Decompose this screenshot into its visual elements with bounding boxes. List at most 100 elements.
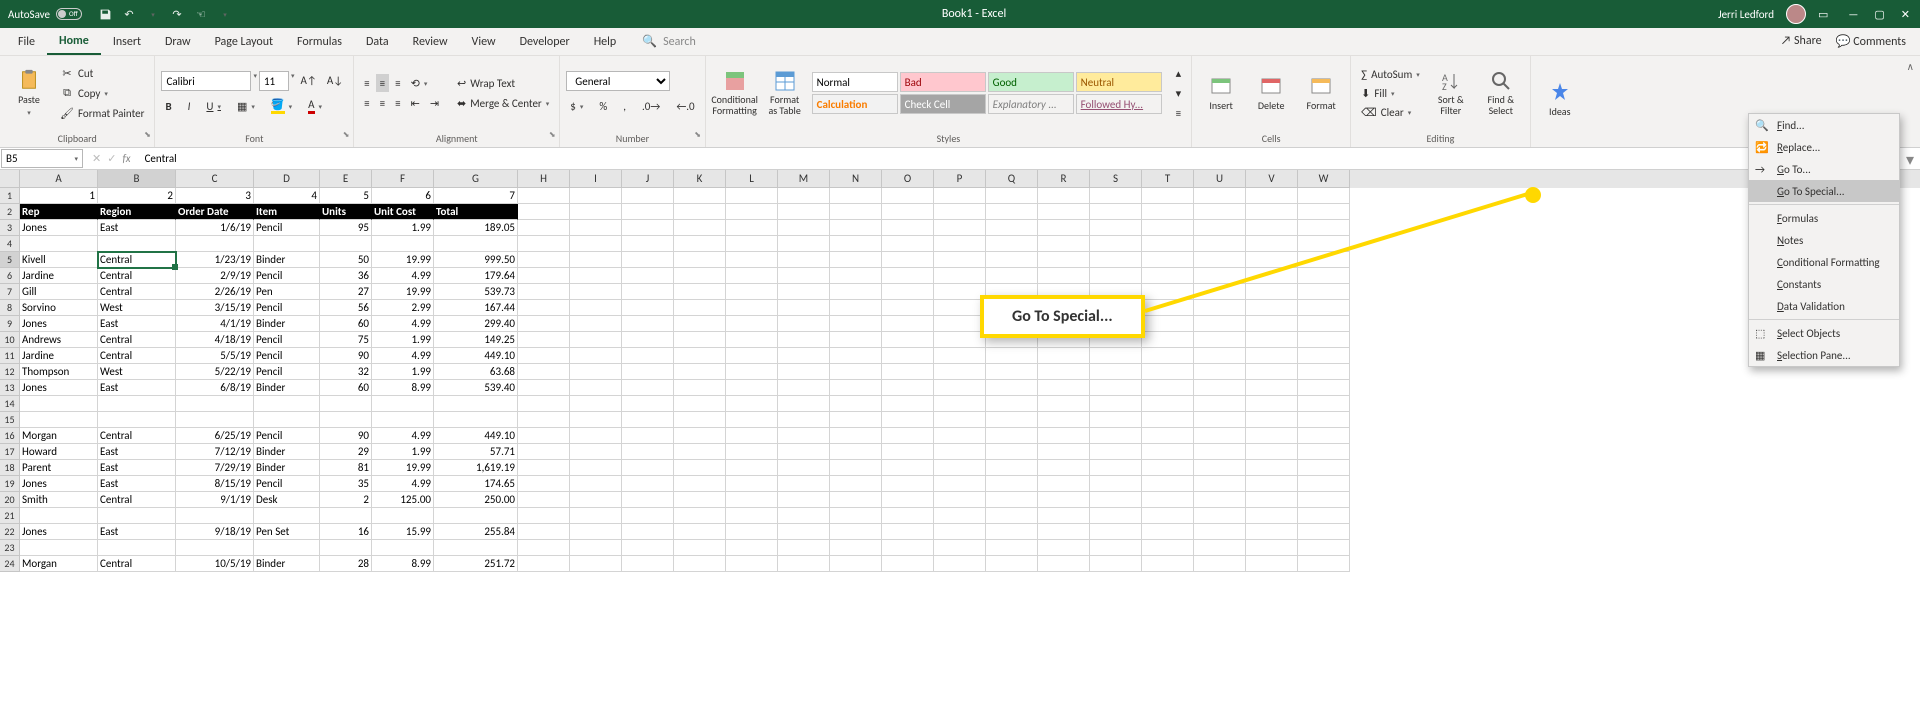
cell[interactable] bbox=[1194, 252, 1246, 268]
font-size-input[interactable] bbox=[259, 71, 289, 91]
cell[interactable]: 5/22/19 bbox=[176, 364, 254, 380]
cell[interactable] bbox=[1194, 524, 1246, 540]
cell[interactable] bbox=[1090, 524, 1142, 540]
cell[interactable] bbox=[934, 556, 986, 572]
tab-page-layout[interactable]: Page Layout bbox=[203, 28, 285, 55]
cell[interactable] bbox=[1038, 428, 1090, 444]
cell[interactable] bbox=[1038, 412, 1090, 428]
decrease-decimal-icon[interactable]: ←.0 bbox=[672, 97, 698, 115]
cell[interactable] bbox=[1298, 428, 1350, 444]
cell[interactable]: 8.99 bbox=[372, 556, 434, 572]
cell[interactable] bbox=[830, 348, 882, 364]
cell[interactable] bbox=[98, 508, 176, 524]
cell[interactable]: 299.40 bbox=[434, 316, 518, 332]
cell[interactable] bbox=[1194, 380, 1246, 396]
cell[interactable] bbox=[434, 412, 518, 428]
cell[interactable]: West bbox=[98, 364, 176, 380]
cell[interactable]: 56 bbox=[320, 300, 372, 316]
cell[interactable] bbox=[726, 444, 778, 460]
row-header[interactable]: 13 bbox=[0, 380, 20, 396]
fill-color-button[interactable]: 🪣 ▾ bbox=[267, 97, 296, 115]
cell[interactable] bbox=[674, 444, 726, 460]
cell[interactable] bbox=[778, 396, 830, 412]
select-all-corner[interactable] bbox=[0, 170, 20, 188]
cell[interactable] bbox=[1194, 428, 1246, 444]
column-header[interactable]: G bbox=[434, 170, 518, 188]
column-header[interactable]: V bbox=[1246, 170, 1298, 188]
column-header[interactable]: A bbox=[20, 170, 98, 188]
cell[interactable]: Central bbox=[98, 284, 176, 300]
cell[interactable] bbox=[1298, 204, 1350, 220]
cell[interactable]: Pen Set bbox=[254, 524, 320, 540]
cell[interactable] bbox=[622, 236, 674, 252]
cell[interactable] bbox=[1194, 460, 1246, 476]
cell[interactable]: 3/15/19 bbox=[176, 300, 254, 316]
cell[interactable] bbox=[778, 300, 830, 316]
row-header[interactable]: 16 bbox=[0, 428, 20, 444]
cell[interactable] bbox=[830, 268, 882, 284]
cell[interactable] bbox=[1142, 396, 1194, 412]
format-cells-button[interactable]: Format bbox=[1298, 73, 1344, 114]
cell[interactable] bbox=[20, 396, 98, 412]
row-header[interactable]: 5 bbox=[0, 252, 20, 268]
cell[interactable] bbox=[778, 556, 830, 572]
tab-review[interactable]: Review bbox=[401, 28, 460, 55]
cell[interactable]: East bbox=[98, 524, 176, 540]
row-header[interactable]: 23 bbox=[0, 540, 20, 556]
cell[interactable] bbox=[1298, 284, 1350, 300]
cell[interactable] bbox=[1090, 444, 1142, 460]
cell[interactable]: Pencil bbox=[254, 348, 320, 364]
cell[interactable] bbox=[20, 508, 98, 524]
cell[interactable] bbox=[1142, 236, 1194, 252]
merge-center-button[interactable]: ⬌ Merge & Center ▾ bbox=[453, 94, 553, 112]
delete-cells-button[interactable]: Delete bbox=[1248, 73, 1294, 114]
cell[interactable]: 60 bbox=[320, 316, 372, 332]
cell[interactable] bbox=[1298, 348, 1350, 364]
cell[interactable] bbox=[1298, 508, 1350, 524]
cell[interactable] bbox=[830, 300, 882, 316]
cell[interactable] bbox=[1142, 252, 1194, 268]
share-button[interactable]: ↗ Share bbox=[1781, 34, 1822, 49]
cell[interactable] bbox=[1038, 540, 1090, 556]
cell[interactable] bbox=[726, 492, 778, 508]
cell[interactable]: 60 bbox=[320, 380, 372, 396]
font-name-input[interactable] bbox=[161, 71, 251, 91]
cell[interactable] bbox=[570, 332, 622, 348]
insert-cells-button[interactable]: Insert bbox=[1198, 73, 1244, 114]
cell[interactable] bbox=[254, 236, 320, 252]
cell[interactable] bbox=[1038, 380, 1090, 396]
cell[interactable]: 255.84 bbox=[434, 524, 518, 540]
cell[interactable] bbox=[1142, 460, 1194, 476]
cell[interactable] bbox=[1038, 236, 1090, 252]
cell[interactable]: 19.99 bbox=[372, 460, 434, 476]
cell[interactable] bbox=[622, 364, 674, 380]
cell[interactable] bbox=[726, 220, 778, 236]
cell[interactable] bbox=[434, 508, 518, 524]
cell[interactable] bbox=[570, 316, 622, 332]
cell[interactable] bbox=[570, 236, 622, 252]
cell[interactable] bbox=[1142, 476, 1194, 492]
cell[interactable] bbox=[176, 396, 254, 412]
cell[interactable]: 15.99 bbox=[372, 524, 434, 540]
column-header[interactable]: Q bbox=[986, 170, 1038, 188]
cell[interactable] bbox=[622, 492, 674, 508]
increase-indent-icon[interactable]: ⇥ bbox=[426, 94, 443, 112]
cell[interactable] bbox=[934, 236, 986, 252]
cell[interactable] bbox=[1194, 236, 1246, 252]
cell[interactable] bbox=[518, 236, 570, 252]
cell[interactable]: 4/1/19 bbox=[176, 316, 254, 332]
cell[interactable] bbox=[1142, 508, 1194, 524]
cell[interactable] bbox=[778, 524, 830, 540]
cell[interactable] bbox=[570, 508, 622, 524]
cell[interactable] bbox=[1194, 412, 1246, 428]
cell[interactable]: Jardine bbox=[20, 348, 98, 364]
cut-button[interactable]: ✂Cut bbox=[56, 64, 148, 82]
cell[interactable] bbox=[570, 396, 622, 412]
tab-home[interactable]: Home bbox=[47, 28, 101, 55]
cell[interactable]: 167.44 bbox=[434, 300, 518, 316]
cell[interactable]: Jones bbox=[20, 524, 98, 540]
cell[interactable]: 7/29/19 bbox=[176, 460, 254, 476]
cell[interactable] bbox=[1194, 332, 1246, 348]
cell[interactable] bbox=[934, 332, 986, 348]
currency-icon[interactable]: $ ▾ bbox=[566, 97, 587, 115]
